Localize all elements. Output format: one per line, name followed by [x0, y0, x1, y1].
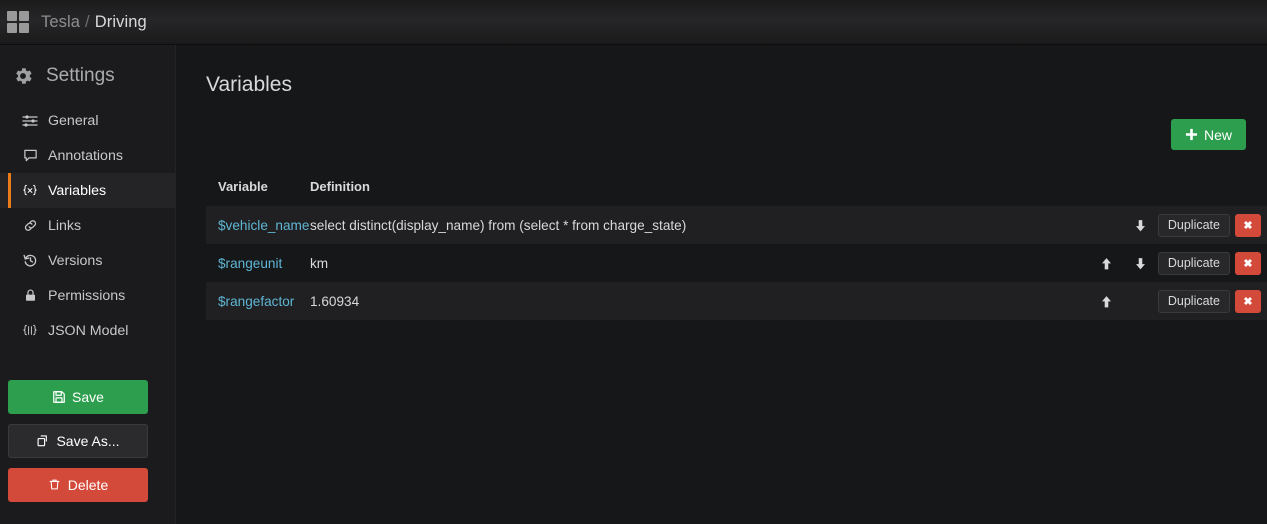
breadcrumb: Tesla / Driving — [41, 13, 147, 32]
delete-variable-button[interactable]: ✖ — [1235, 289, 1261, 313]
duplicate-cell: Duplicate — [1157, 206, 1230, 244]
arrow-up-icon — [1099, 256, 1114, 271]
sidebar-item-general[interactable]: General — [0, 103, 175, 138]
trash-icon — [48, 478, 62, 492]
move-down-cell — [1124, 282, 1158, 320]
settings-sidebar: Settings General Annotations Variables L… — [0, 45, 176, 524]
variable-link[interactable]: $rangeunit — [218, 256, 282, 271]
delete-button[interactable]: Delete — [8, 468, 148, 502]
variable-name-cell: $vehicle_name — [206, 206, 310, 244]
sidebar-item-versions[interactable]: Versions — [0, 243, 175, 278]
variable-definition-cell: select distinct(display_name) from (sele… — [310, 217, 687, 233]
move-up-cell — [1090, 282, 1124, 320]
comment-icon — [22, 148, 38, 164]
move-down-cell — [1124, 206, 1158, 244]
braces-x-icon — [22, 183, 38, 199]
table-row: $rangeunit km Duplicate ✖ — [206, 244, 1267, 282]
save-as-button-label: Save As... — [56, 433, 120, 449]
duplicate-button[interactable]: Duplicate — [1157, 251, 1230, 275]
breadcrumb-separator: / — [85, 12, 90, 31]
breadcrumb-parent[interactable]: Tesla — [41, 13, 80, 31]
move-up-button[interactable] — [1096, 252, 1118, 274]
delete-cell: ✖ — [1230, 244, 1267, 282]
arrow-down-icon — [1133, 256, 1148, 271]
variable-link[interactable]: $vehicle_name — [218, 218, 309, 233]
delete-cell: ✖ — [1230, 282, 1267, 320]
variables-table: Variable Definition $vehicle_name select… — [206, 179, 1267, 320]
duplicate-button[interactable]: Duplicate — [1157, 213, 1230, 237]
sidebar-item-label: Annotations — [48, 147, 123, 164]
save-as-button[interactable]: Save As... — [8, 424, 148, 458]
json-icon — [22, 323, 38, 339]
save-icon — [52, 390, 66, 404]
sidebar-item-annotations[interactable]: Annotations — [0, 138, 175, 173]
column-header-definition: Definition — [310, 179, 370, 194]
top-navbar: Tesla / Driving — [0, 0, 1267, 45]
save-button-label: Save — [72, 389, 104, 405]
move-up-button[interactable] — [1096, 290, 1118, 312]
delete-button-label: Delete — [67, 477, 109, 493]
copy-icon — [36, 434, 50, 448]
sidebar-item-variables[interactable]: Variables — [0, 173, 175, 208]
lock-icon — [22, 288, 38, 304]
sidebar-item-label: Permissions — [48, 287, 126, 304]
move-up-cell — [1090, 244, 1124, 282]
sidebar-item-links[interactable]: Links — [0, 208, 175, 243]
sidebar-item-permissions[interactable]: Permissions — [0, 278, 175, 313]
delete-cell: ✖ — [1230, 206, 1267, 244]
sidebar-item-label: Variables — [48, 182, 107, 199]
new-variable-button[interactable]: New — [1170, 119, 1246, 150]
main-content: Variables New Variable Definition $vehic… — [176, 45, 1267, 524]
grid-icon[interactable] — [7, 11, 29, 33]
table-row: $rangefactor 1.60934 Duplicate ✖ — [206, 282, 1267, 320]
duplicate-cell: Duplicate — [1157, 244, 1230, 282]
settings-title: Settings — [46, 65, 115, 86]
duplicate-cell: Duplicate — [1157, 282, 1230, 320]
arrow-up-icon — [1099, 294, 1114, 309]
move-up-cell — [1090, 206, 1124, 244]
column-header-variable: Variable — [218, 179, 268, 194]
move-down-button[interactable] — [1130, 214, 1152, 236]
new-button-row: New — [176, 119, 1267, 150]
duplicate-button[interactable]: Duplicate — [1157, 289, 1230, 313]
sidebar-item-label: Links — [48, 217, 82, 234]
arrow-down-icon — [1133, 218, 1148, 233]
move-down-cell — [1124, 244, 1158, 282]
variable-definition-cell: 1.60934 — [310, 293, 360, 309]
move-up-placeholder — [1096, 213, 1118, 235]
settings-heading: Settings — [0, 45, 175, 97]
settings-nav: General Annotations Variables Links Vers… — [0, 103, 175, 348]
plus-icon — [1185, 128, 1198, 141]
link-icon — [22, 218, 38, 234]
breadcrumb-current[interactable]: Driving — [95, 13, 147, 31]
history-icon — [22, 253, 38, 269]
sliders-icon — [22, 113, 38, 129]
sidebar-item-json-model[interactable]: JSON Model — [0, 313, 175, 348]
variable-name-cell: $rangeunit — [206, 244, 310, 282]
variable-name-cell: $rangefactor — [206, 282, 310, 320]
new-variable-button-label: New — [1203, 126, 1232, 143]
table-row: $vehicle_name select distinct(display_na… — [206, 206, 1267, 244]
delete-variable-button[interactable]: ✖ — [1235, 251, 1261, 275]
variable-definition-cell: km — [310, 255, 329, 271]
sidebar-item-label: Versions — [48, 252, 103, 269]
delete-variable-button[interactable]: ✖ — [1235, 213, 1261, 237]
sidebar-action-buttons: Save Save As... Delete — [8, 380, 148, 512]
variable-link[interactable]: $rangefactor — [218, 294, 294, 309]
move-down-button[interactable] — [1130, 252, 1152, 274]
move-down-placeholder — [1130, 289, 1152, 311]
table-header-row: Variable Definition — [206, 179, 1267, 206]
sidebar-item-label: JSON Model — [48, 322, 129, 339]
sidebar-item-label: General — [48, 112, 99, 129]
gear-icon — [12, 65, 34, 87]
save-button[interactable]: Save — [8, 380, 148, 414]
page-title: Variables — [206, 73, 292, 96]
